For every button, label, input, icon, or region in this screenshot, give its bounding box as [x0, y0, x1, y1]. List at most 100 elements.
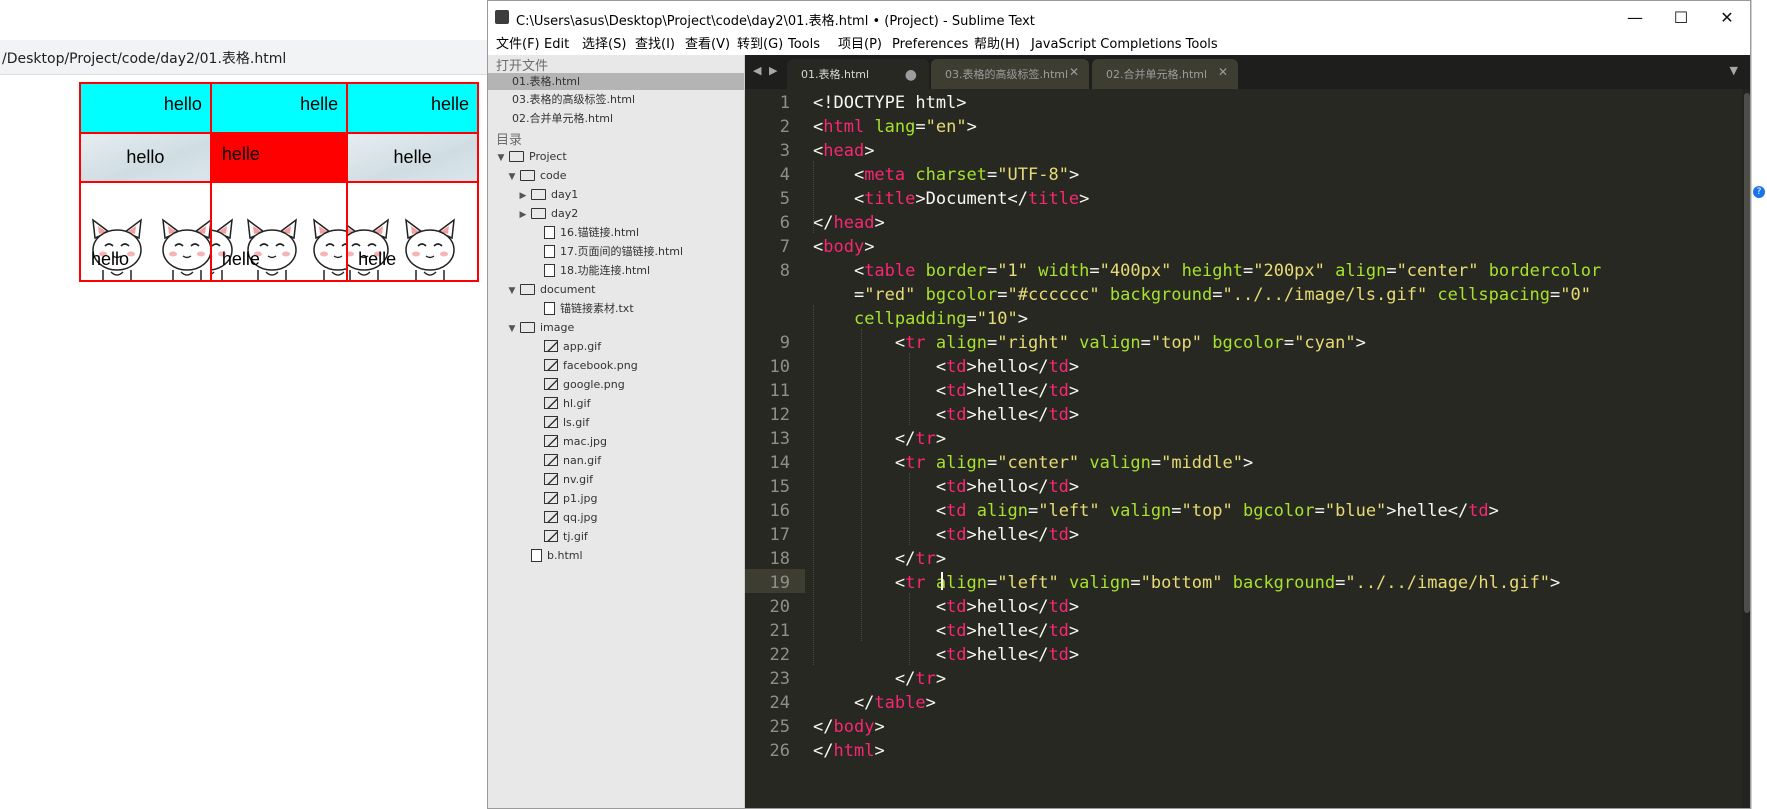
code-token: < [813, 501, 947, 521]
tree-folder-image[interactable]: ▼ image [507, 319, 575, 336]
code-token: html [833, 741, 875, 761]
code-token: > [1068, 597, 1080, 617]
code-token: < [813, 165, 865, 185]
sublime-app-icon [495, 10, 509, 24]
tab-02-merge-cells[interactable]: 02.合并单元格.html ✕ [1092, 59, 1238, 89]
menu-file[interactable]: 文件(F) [496, 35, 540, 55]
menu-goto[interactable]: 转到(G) [737, 35, 783, 55]
folders-header: 目录 [496, 133, 523, 148]
tree-image-file[interactable]: hl.gif [531, 395, 590, 412]
minimize-button[interactable]: — [1612, 1, 1658, 35]
code-token: = [1242, 261, 1254, 281]
tree-image-file[interactable]: qq.jpg [531, 509, 597, 526]
code-token: </ [813, 717, 834, 737]
tree-image-file[interactable]: tj.gif [531, 528, 588, 545]
address-bar[interactable]: /Desktop/Project/code/day2/01.表格.html [0, 40, 490, 75]
code-token: > [1068, 645, 1080, 665]
close-icon[interactable]: ✕ [1069, 65, 1079, 79]
help-badge-icon[interactable]: ? [1753, 186, 1765, 198]
tree-image-file[interactable]: mac.jpg [531, 433, 607, 450]
open-file-item[interactable]: 03.表格的高级标签.html [512, 91, 635, 108]
code-token: > [1068, 405, 1080, 425]
menu-tools[interactable]: Tools [788, 35, 820, 55]
unsaved-dot-icon[interactable]: ● [905, 67, 917, 83]
tab-prev-icon[interactable]: ◀ [753, 64, 761, 77]
tree-folder-document[interactable]: ▼ document [507, 281, 596, 298]
tree-folder-code[interactable]: ▼ code [507, 167, 567, 184]
menu-edit[interactable]: Edit [544, 35, 569, 55]
menu-find[interactable]: 查找(I) [635, 35, 675, 55]
code-token: = [915, 117, 926, 137]
code-token: "cyan" [1294, 333, 1356, 353]
tree-file[interactable]: 锚链接素材.txt [531, 300, 634, 317]
table-row: hello helle helle [79, 131, 479, 183]
address-bar-url[interactable]: /Desktop/Project/code/day2/01.表格.html [2, 48, 286, 68]
tree-folder-day1[interactable]: ▶ day1 [518, 186, 579, 203]
code-token: td [1048, 405, 1069, 425]
tree-image-file[interactable]: google.png [531, 376, 625, 393]
line-number: 14 [769, 453, 790, 473]
code-token: valign [1058, 573, 1131, 593]
open-file-item[interactable]: 01.表格.html [512, 73, 580, 90]
code-token: border [915, 261, 988, 281]
tree-image-file[interactable]: facebook.png [531, 357, 638, 374]
code-token: td [946, 645, 967, 665]
code-token: < [813, 525, 947, 545]
tab-03-advanced-table[interactable]: 03.表格的高级标签.html ✕ [931, 59, 1089, 89]
code-token: = [1212, 285, 1223, 305]
tree-file[interactable]: 16.锚链接.html [531, 224, 639, 241]
close-icon[interactable]: ✕ [1218, 65, 1228, 79]
code-line: <body> [813, 237, 874, 257]
code-token: < [813, 117, 824, 137]
table-cell-image: hello [79, 181, 212, 282]
tree-folder-project[interactable]: ▼ Project [496, 148, 567, 165]
scrollbar-thumb[interactable] [1744, 93, 1750, 613]
tab-01-table[interactable]: 01.表格.html ● [787, 59, 929, 89]
menu-project[interactable]: 项目(P) [838, 35, 882, 55]
code-token: >hello</ [966, 597, 1049, 617]
cat-sticker-image [398, 216, 462, 279]
tree-image-file[interactable]: nan.gif [531, 452, 601, 469]
close-button[interactable]: ✕ [1704, 1, 1750, 35]
cat-tile-background: helle [349, 216, 476, 279]
menu-view[interactable]: 查看(V) [685, 35, 730, 55]
menu-selection[interactable]: 选择(S) [582, 35, 626, 55]
code-token: td [946, 477, 967, 497]
tree-image-file[interactable]: app.gif [531, 338, 601, 355]
code-token: >hello</ [966, 357, 1049, 377]
tree-folder-day2[interactable]: ▶ day2 [518, 205, 579, 222]
title-bar[interactable]: C:\Users\asus\Desktop\Project\code\day2\… [488, 1, 1750, 35]
code-token: "10" [976, 309, 1018, 329]
file-icon [544, 225, 555, 239]
code-token: > [935, 549, 947, 569]
open-file-item[interactable]: 02.合并单元格.html [512, 110, 613, 127]
tree-image-file[interactable]: p1.jpg [531, 490, 598, 507]
code-token: = [987, 573, 998, 593]
code-token: > [966, 117, 977, 137]
code-token: td [946, 357, 967, 377]
maximize-button[interactable]: ☐ [1658, 1, 1704, 35]
tree-image-file[interactable]: ls.gif [531, 414, 589, 431]
tree-file[interactable]: 18.功能连接.html [531, 262, 650, 279]
menu-preferences[interactable]: Preferences [892, 35, 968, 55]
tab-next-icon[interactable]: ▶ [769, 64, 777, 77]
tree-image-file[interactable]: nv.gif [531, 471, 593, 488]
code-line: <tr align="left" valign="bottom" backgro… [813, 573, 1560, 593]
code-token: </ [813, 549, 916, 569]
tab-overflow-icon[interactable]: ▼ [1730, 64, 1738, 77]
line-number: 2 [779, 117, 790, 137]
line-number: 24 [769, 693, 790, 713]
code-token: align [966, 501, 1028, 521]
code-line: <head> [813, 141, 874, 161]
code-token: cellspacing [1427, 285, 1551, 305]
menu-js-completions[interactable]: JavaScript Completions Tools [1031, 35, 1218, 55]
table-cell: helle [209, 82, 349, 134]
code-editor[interactable]: 1 <!DOCTYPE html> 2 <html lang="en"> 3 <head>… [745, 89, 1750, 808]
code-token: tr [915, 669, 936, 689]
tree-file[interactable]: 17.页面间的锚链接.html [531, 243, 683, 260]
tree-file[interactable]: b.html [518, 547, 583, 564]
menu-help[interactable]: 帮助(H) [974, 35, 1020, 55]
folder-icon [520, 169, 535, 181]
code-line: <html lang="en"> [813, 117, 977, 137]
scrollbar-track[interactable] [1742, 89, 1750, 808]
